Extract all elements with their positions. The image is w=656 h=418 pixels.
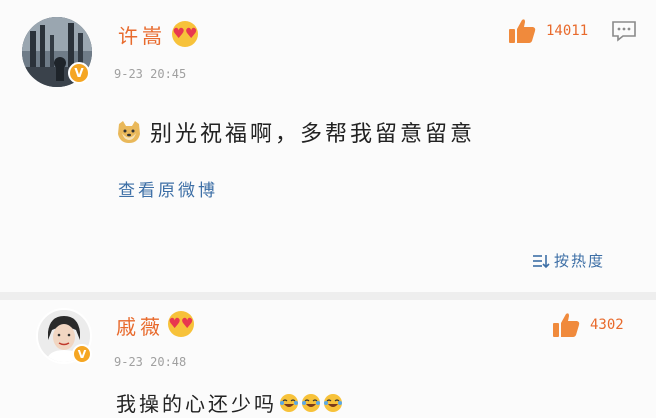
like-button[interactable]: 4302 bbox=[552, 312, 624, 338]
comment-text: 我操的心还少吗 bbox=[116, 388, 343, 417]
verified-icon: V bbox=[72, 344, 92, 364]
reply-button[interactable] bbox=[611, 20, 637, 42]
comment-text-content: 我操的心还少吗 bbox=[116, 392, 277, 416]
sort-icon bbox=[533, 254, 550, 268]
sort-by-hot-button[interactable]: 按热度 bbox=[532, 250, 605, 271]
like-count: 4302 bbox=[590, 317, 624, 333]
view-original-link[interactable]: 查看原微博 bbox=[118, 176, 218, 201]
verified-icon: V bbox=[68, 62, 90, 84]
comment-card: V 许嵩 ♥♥ 9-23 20:45 14011 别光祝福啊，多帮我留意留意 查… bbox=[0, 0, 656, 292]
comment-text-content: 别光祝福啊，多帮我留意留意 bbox=[150, 122, 476, 147]
comment-text: 别光祝福啊，多帮我留意留意 bbox=[116, 116, 475, 148]
comment-icon bbox=[612, 21, 636, 42]
divider bbox=[0, 292, 656, 300]
laugh-cry-icon bbox=[280, 393, 298, 412]
laugh-cry-icon bbox=[302, 393, 320, 412]
fan-badge-icon: ♥♥ bbox=[172, 21, 198, 47]
username[interactable]: 戚薇 bbox=[116, 311, 164, 340]
timestamp: 9-23 20:48 bbox=[114, 355, 187, 369]
laugh-cry-icon bbox=[324, 393, 342, 412]
like-count: 14011 bbox=[546, 23, 589, 39]
timestamp: 9-23 20:45 bbox=[114, 67, 187, 81]
sort-label: 按热度 bbox=[554, 252, 606, 270]
username[interactable]: 许嵩 bbox=[118, 20, 166, 49]
doge-icon bbox=[118, 121, 140, 143]
thumbs-up-icon bbox=[509, 19, 536, 43]
like-button[interactable]: 14011 bbox=[508, 18, 588, 44]
fan-badge-icon: ♥♥ bbox=[168, 311, 194, 337]
thumbs-up-icon bbox=[553, 313, 580, 337]
